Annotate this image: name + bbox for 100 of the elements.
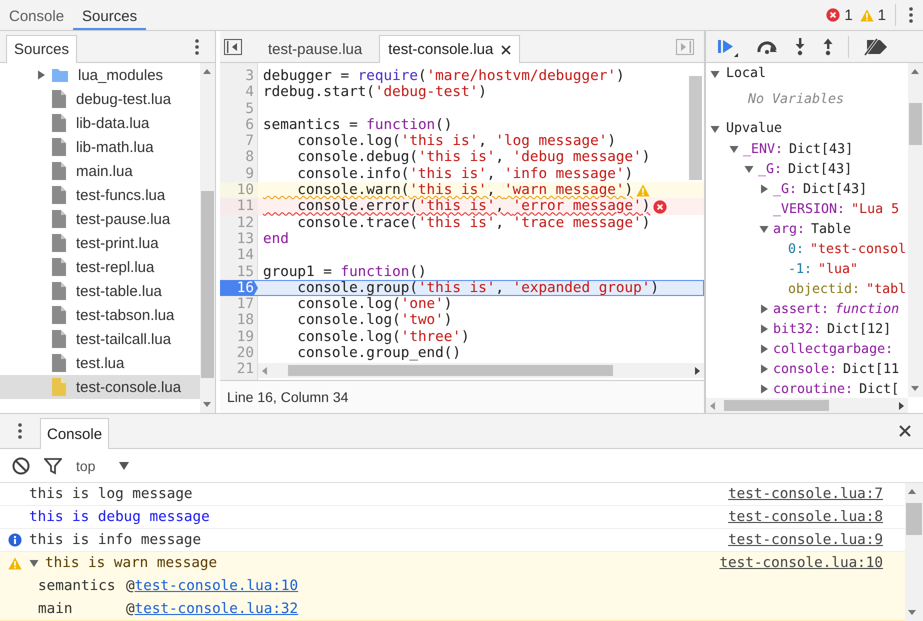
variable-entry[interactable]: arg: Table — [773, 222, 852, 236]
scroll-right-icon[interactable] — [899, 402, 904, 410]
variable-entry[interactable]: assert: function — [773, 302, 900, 316]
expand-arrow-icon[interactable] — [759, 344, 769, 354]
scroll-right-icon[interactable] — [695, 367, 700, 375]
file-tree-item[interactable]: test.lua — [0, 351, 200, 375]
scrollbar[interactable] — [908, 63, 923, 397]
deactivate-breakpoints-icon[interactable] — [863, 38, 889, 56]
variable-entry[interactable]: _ENV: Dict[43] — [743, 142, 854, 156]
file-icon — [52, 210, 66, 228]
scrollbar-thumb[interactable] — [201, 191, 214, 378]
file-tree-item[interactable]: lua_modules — [0, 63, 200, 87]
scroll-down-icon[interactable] — [911, 386, 919, 391]
expand-arrow-icon[interactable] — [759, 184, 769, 194]
code-line: rdebug.start('debug-test') — [262, 84, 487, 101]
scrollbar-thumb[interactable] — [906, 503, 922, 535]
filter-icon[interactable] — [44, 456, 62, 474]
scrollbar-thumb[interactable] — [909, 103, 922, 145]
file-icon — [52, 90, 66, 108]
sources-tab[interactable]: Sources — [6, 35, 78, 63]
file-tree-item[interactable]: debug-test.lua — [0, 87, 200, 111]
clear-console-icon[interactable] — [12, 456, 30, 474]
file-icon — [52, 330, 66, 348]
step-out-icon[interactable] — [822, 38, 834, 56]
scroll-up-icon[interactable] — [908, 489, 916, 494]
code-line: console.debug('this is', 'debug message') — [296, 149, 650, 166]
error-icon — [826, 8, 840, 22]
scroll-up-icon[interactable] — [203, 69, 211, 74]
variable-entry[interactable]: objectid: "tabl — [788, 282, 906, 296]
code-line: console.warn('this is', 'warn message') — [296, 182, 634, 198]
sidebar-toggle-icon[interactable] — [676, 38, 694, 54]
expand-arrow-icon[interactable] — [710, 124, 720, 134]
source-link[interactable]: test-console.lua:9 — [728, 532, 883, 548]
variable-entry[interactable]: -1: "lua" — [788, 262, 858, 276]
file-tree-item[interactable]: test-tailcall.lua — [0, 327, 200, 351]
file-icon — [52, 234, 66, 252]
source-link[interactable]: test-console.lua:7 — [728, 486, 883, 502]
panel-tab[interactable]: Console — [0, 0, 74, 30]
menu-icon[interactable] — [909, 7, 913, 23]
file-tab[interactable]: test-pause.lua — [260, 35, 370, 63]
variable-entry[interactable]: coroutine: Dict[ — [773, 382, 900, 396]
expand-arrow-icon[interactable] — [759, 304, 769, 314]
file-tree-item[interactable]: lib-data.lua — [0, 111, 200, 135]
expand-arrow-icon[interactable] — [759, 384, 769, 394]
scrollbar[interactable] — [706, 398, 908, 413]
expand-arrow-icon[interactable] — [729, 144, 739, 154]
file-tree-item[interactable]: test-table.lua — [0, 279, 200, 303]
scroll-down-icon[interactable] — [203, 402, 211, 407]
expand-arrow-icon[interactable] — [744, 164, 754, 174]
variable-entry[interactable]: console: Dict[11 — [773, 362, 900, 376]
console-message: this is debug message — [29, 509, 210, 525]
file-tab[interactable]: test-console.lua — [379, 35, 520, 63]
scroll-down-icon[interactable] — [908, 610, 916, 615]
variable-entry[interactable]: _G: Dict[43] — [758, 162, 852, 176]
step-into-icon[interactable] — [794, 38, 806, 56]
source-link[interactable]: test-console.lua:10 — [719, 555, 883, 571]
file-tree-item[interactable]: test-print.lua — [0, 231, 200, 255]
menu-icon[interactable] — [195, 38, 199, 54]
file-tree-item[interactable]: test-console.lua — [0, 375, 200, 399]
variable-entry[interactable]: _G: Dict[43] — [773, 182, 868, 196]
file-icon — [52, 186, 66, 204]
scrollbar-thumb[interactable] — [689, 76, 702, 180]
close-icon[interactable] — [899, 425, 911, 437]
file-tree-item[interactable]: test-repl.lua — [0, 255, 200, 279]
scrollbar[interactable] — [258, 363, 704, 378]
scope-section-title[interactable]: Local — [726, 66, 766, 81]
file-tree-item[interactable]: lib-math.lua — [0, 135, 200, 159]
expand-arrow-icon[interactable] — [29, 558, 39, 568]
file-tree-item[interactable]: test-tabson.lua — [0, 303, 200, 327]
scrollbar[interactable] — [905, 483, 923, 621]
variable-entry[interactable]: _VERSION: "Lua 5 — [773, 202, 900, 216]
code-line: console.error('this is', 'error message') — [296, 198, 650, 215]
variable-entry[interactable]: bit32: Dict[12] — [773, 322, 892, 336]
line-number[interactable]: 16 — [220, 280, 258, 296]
console-tab[interactable]: Console — [40, 418, 110, 449]
scrollbar[interactable] — [200, 63, 215, 413]
close-icon[interactable] — [501, 44, 512, 54]
file-tree-item[interactable]: test-funcs.lua — [0, 183, 200, 207]
expand-arrow-icon[interactable] — [759, 324, 769, 334]
scrollbar-thumb[interactable] — [288, 365, 613, 376]
code-line: console.log('one') — [296, 296, 452, 312]
variable-entry[interactable]: 0: "test-consol — [788, 242, 906, 256]
expand-arrow-icon[interactable] — [759, 364, 769, 374]
file-tree-item[interactable]: main.lua — [0, 159, 200, 183]
expand-arrow-icon[interactable] — [36, 70, 46, 80]
expand-arrow-icon[interactable] — [710, 68, 720, 78]
source-link[interactable]: test-console.lua:8 — [728, 509, 883, 525]
code-line: console.log('this is', 'log message') — [296, 133, 616, 150]
source-link[interactable]: test-console.lua:32 — [134, 600, 298, 616]
file-tree-item[interactable]: test-pause.lua — [0, 207, 200, 231]
scroll-up-icon[interactable] — [911, 69, 919, 74]
menu-icon[interactable] — [18, 423, 22, 439]
context-dropdown[interactable]: top — [76, 458, 130, 474]
variable-entry[interactable]: collectgarbage: — [773, 342, 894, 356]
sidebar-toggle-icon[interactable] — [224, 38, 242, 54]
scope-section-title[interactable]: Upvalue — [726, 121, 782, 136]
expand-arrow-icon[interactable] — [759, 224, 769, 234]
source-link[interactable]: test-console.lua:10 — [134, 578, 298, 594]
scrollbar-thumb[interactable] — [724, 400, 829, 411]
step-over-icon[interactable] — [756, 40, 778, 54]
